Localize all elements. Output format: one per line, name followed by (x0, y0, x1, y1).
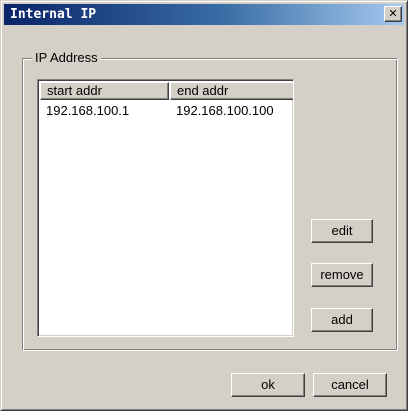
group-label: IP Address (32, 50, 101, 66)
add-button[interactable]: add (311, 308, 373, 332)
column-header-start-addr[interactable]: start addr (40, 82, 169, 100)
cell-end-addr: 192.168.100.100 (176, 103, 274, 118)
list-row[interactable]: 192.168.100.1 192.168.100.100 (40, 102, 291, 119)
column-header-end-addr[interactable]: end addr (170, 82, 293, 100)
title-bar[interactable]: Internal IP ✕ (4, 4, 404, 25)
internal-ip-dialog: Internal IP ✕ IP Address start addr end … (0, 0, 408, 411)
cancel-button[interactable]: cancel (313, 373, 387, 397)
close-icon: ✕ (388, 7, 398, 20)
ok-button[interactable]: ok (231, 373, 305, 397)
close-button[interactable]: ✕ (384, 6, 402, 22)
window-title: Internal IP (10, 7, 97, 22)
ip-address-list[interactable]: start addr end addr 192.168.100.1 192.16… (37, 79, 294, 337)
edit-button[interactable]: edit (311, 219, 373, 243)
list-header: start addr end addr (40, 82, 293, 100)
remove-button[interactable]: remove (311, 263, 373, 287)
cell-start-addr: 192.168.100.1 (46, 103, 130, 118)
